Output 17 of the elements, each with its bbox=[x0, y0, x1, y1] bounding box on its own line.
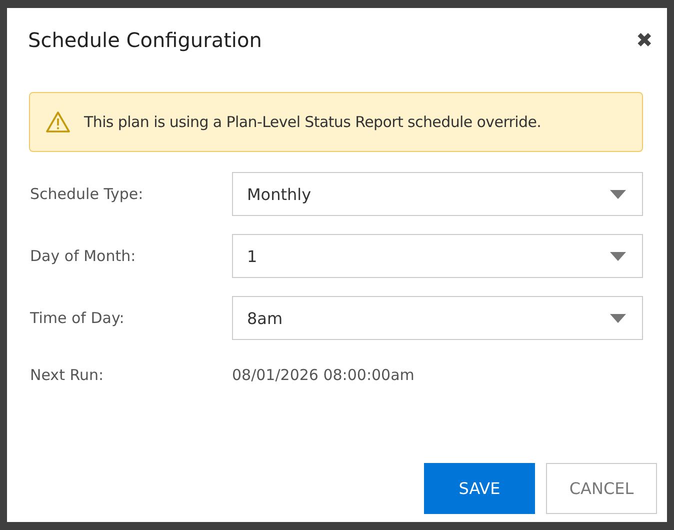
cancel-button[interactable]: CANCEL bbox=[546, 463, 657, 514]
field-label: Next Run: bbox=[30, 366, 105, 384]
caret-icon bbox=[610, 190, 626, 198]
alert-message: This plan is using a Plan-Level Status Report schedule override. bbox=[84, 113, 542, 131]
close-button[interactable]: ✖ bbox=[636, 28, 653, 52]
next-run-value: 08/01/2026 08:00:00am bbox=[232, 366, 414, 384]
caret-icon bbox=[610, 252, 626, 260]
warning-icon bbox=[46, 111, 70, 133]
dropdown-field[interactable]: 1 bbox=[232, 234, 643, 278]
save-button[interactable]: SAVE bbox=[424, 463, 535, 514]
field-label: Day of Month: bbox=[30, 247, 137, 265]
dropdown-field[interactable]: Monthly bbox=[232, 172, 643, 216]
dialog-title: Schedule Configuration bbox=[28, 28, 262, 52]
field-label: Schedule Type: bbox=[30, 185, 144, 203]
field-label: Time of Day: bbox=[30, 309, 126, 327]
caret-icon bbox=[610, 314, 626, 322]
dropdown-field[interactable]: 8am bbox=[232, 296, 643, 340]
